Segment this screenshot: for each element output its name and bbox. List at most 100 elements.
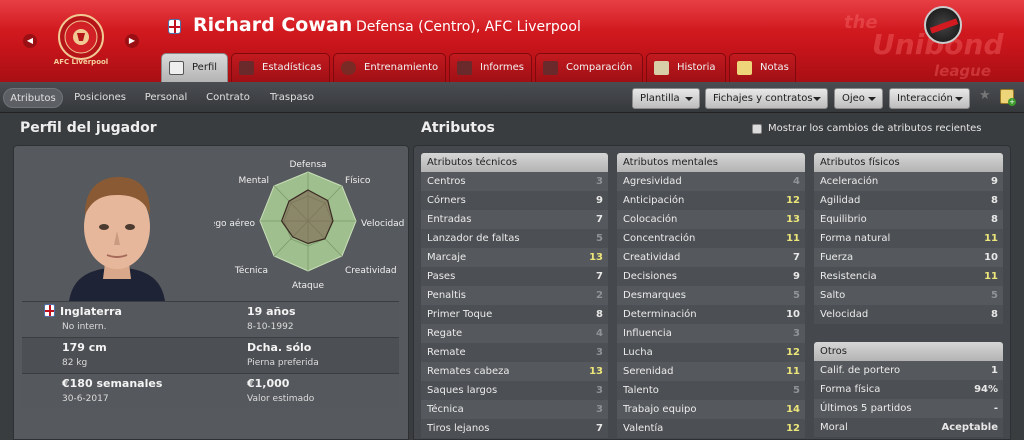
attribute-row[interactable]: Pases 7 [421,267,608,286]
attribute-row[interactable]: Desmarques 5 [617,286,805,305]
attribute-name: Decisiones [623,271,677,282]
attribute-name: Remate [427,347,466,358]
tab-informes[interactable]: Informes [449,53,532,82]
add-note-icon[interactable]: + [1000,89,1016,106]
attribute-name: Desmarques [623,290,686,301]
attribute-value: 7 [596,423,603,434]
attribute-value: 9 [793,271,800,282]
tab-notas[interactable]: Notas [729,53,796,82]
attribute-row[interactable]: Últimos 5 partidos - [814,399,1003,418]
attribute-row[interactable]: Saques largos 3 [421,381,608,400]
attribute-row[interactable]: Equilibrio 8 [814,210,1003,229]
attribute-row[interactable]: Técnica 3 [421,400,608,419]
next-player-arrow-icon[interactable]: ▶ [125,34,139,48]
attribute-value: 13 [589,252,603,263]
attribute-name: Influencia [623,328,672,339]
attribute-row[interactable]: Entradas 7 [421,210,608,229]
attribute-row[interactable]: Moral Aceptable [814,418,1003,437]
attribute-value: 12 [786,195,800,206]
attribute-row[interactable]: Remate 3 [421,343,608,362]
attribute-row[interactable]: Concentración 11 [617,229,805,248]
attribute-row[interactable]: Lucha 12 [617,343,805,362]
attribute-name: Determinación [623,309,697,320]
nationality-value: Inglaterra [60,305,122,318]
sub-toolbar: Atributos Posiciones Personal Contrato T… [0,82,1024,113]
tab-perfil[interactable]: Perfil [161,53,228,82]
attribute-value: 5 [793,385,800,396]
attribute-name: Fuerza [820,252,854,263]
interaccion-dropdown[interactable]: Interacción [889,88,970,109]
attribute-name: Pases [427,271,456,282]
age-value: 19 años [247,305,296,318]
subtab-contrato[interactable]: Contrato [198,88,258,108]
attribute-value: 9 [991,176,998,187]
attribute-row[interactable]: Córners 9 [421,191,608,210]
attribute-row[interactable]: Influencia 3 [617,324,805,343]
attribute-row[interactable]: Fuerza 10 [814,248,1003,267]
attribute-value: 94% [974,384,998,395]
england-flag-icon [44,304,55,317]
attribute-row[interactable]: Talento 5 [617,381,805,400]
dropdown-label: Ojeo [842,93,865,104]
radar-label-creatividad: Creatividad [345,266,397,276]
plantilla-dropdown[interactable]: Plantilla [632,88,700,109]
attribute-row[interactable]: Resistencia 11 [814,267,1003,286]
star-icon[interactable]: ★ [979,88,991,103]
radar-label-fisico: Físico [345,176,371,186]
subtab-atributos[interactable]: Atributos [3,88,63,108]
attribute-value: 4 [793,176,800,187]
subtab-posiciones[interactable]: Posiciones [67,88,133,108]
attribute-value: 5 [793,290,800,301]
attribute-value: 10 [786,309,800,320]
attribute-row[interactable]: Forma natural 11 [814,229,1003,248]
checkbox-icon[interactable] [752,124,762,134]
technical-attributes-header: Atributos técnicos [421,153,608,172]
attribute-row[interactable]: Agresividad 4 [617,172,805,191]
attribute-row[interactable]: Velocidad 8 [814,305,1003,324]
attribute-row[interactable]: Tiros lejanos 7 [421,419,608,438]
attribute-row[interactable]: Anticipación 12 [617,191,805,210]
subtab-traspaso[interactable]: Traspaso [262,88,322,108]
attribute-value: 2 [596,290,603,301]
attribute-name: Colocación [623,214,678,225]
tab-entrenamiento[interactable]: Entrenamiento [333,53,446,82]
attribute-row[interactable]: Aceleración 9 [814,172,1003,191]
training-ball-icon [341,61,356,75]
attribute-row[interactable]: Colocación 13 [617,210,805,229]
attribute-row[interactable]: Calif. de portero 1 [814,361,1003,380]
attribute-row[interactable]: Decisiones 9 [617,267,805,286]
attribute-row[interactable]: Serenidad 11 [617,362,805,381]
attribute-name: Creatividad [623,252,681,263]
tab-estadisticas[interactable]: Estadísticas [231,53,330,82]
attribute-row[interactable]: Determinación 10 [617,305,805,324]
tab-comparacion[interactable]: Comparación [535,53,643,82]
attribute-row[interactable]: Remates cabeza 13 [421,362,608,381]
attribute-name: Trabajo equipo [623,404,697,415]
attribute-row[interactable]: Primer Toque 8 [421,305,608,324]
subtab-personal[interactable]: Personal [138,88,194,108]
fichajes-contratos-dropdown[interactable]: Fichajes y contratos [705,88,828,109]
attribute-name: Salto [820,290,846,301]
attribute-name: Resistencia [820,271,877,282]
previous-player-arrow-icon[interactable]: ◀ [23,34,37,48]
attribute-row[interactable]: Penaltis 2 [421,286,608,305]
attribute-row[interactable]: Salto 5 [814,286,1003,305]
weight-value: 82 kg [62,358,88,368]
attribute-row[interactable]: Valentía 12 [617,419,805,438]
attribute-row[interactable]: Centros 3 [421,172,608,191]
attribute-row[interactable]: Regate 4 [421,324,608,343]
attribute-row[interactable]: Trabajo equipo 14 [617,400,805,419]
attribute-row[interactable]: Forma física 94% [814,380,1003,399]
attribute-name: Regate [427,328,463,339]
attribute-row[interactable]: Lanzador de faltas 5 [421,229,608,248]
attribute-row[interactable]: Agilidad 8 [814,191,1003,210]
tab-label: Historia [677,62,716,73]
tab-label: Estadísticas [262,62,322,73]
attribute-row[interactable]: Marcaje 13 [421,248,608,267]
tab-historia[interactable]: Historia [646,53,726,82]
history-page-icon [654,61,669,75]
ojeo-dropdown[interactable]: Ojeo [834,88,883,109]
league-badge-icon [924,6,962,44]
attribute-row[interactable]: Creatividad 7 [617,248,805,267]
attribute-name: Saques largos [427,385,498,396]
